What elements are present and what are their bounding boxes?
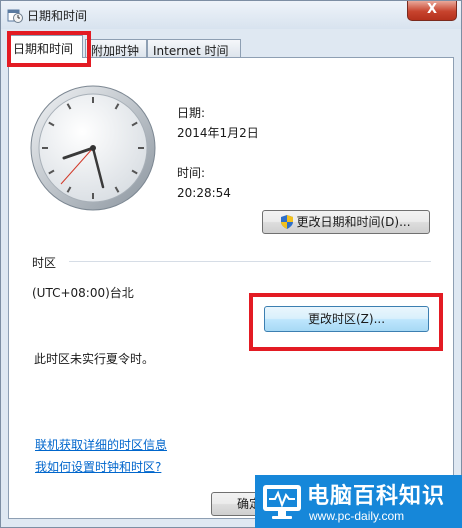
timezone-value: (UTC+08:00)台北 [32, 286, 134, 300]
clock-calendar-icon [7, 9, 23, 23]
date-time-panel: 日期: 2014年1月2日 时间: 20:28:54 更改日期和时间(D)...… [8, 57, 454, 519]
highlight-box-tab [7, 31, 91, 67]
change-date-time-button[interactable]: 更改日期和时间(D)... [262, 210, 430, 234]
title-bar[interactable]: 日期和时间 X [1, 1, 461, 29]
site-watermark: 电脑百科知识 www.pc-daily.com [255, 475, 462, 528]
timezone-info-link[interactable]: 联机获取详细的时区信息 [35, 436, 167, 453]
dst-note: 此时区未实行夏令时。 [34, 352, 155, 366]
close-button[interactable]: X [407, 1, 457, 21]
tab-additional-clocks[interactable]: 附加时钟 [85, 39, 147, 58]
timezone-heading: 时区 [32, 256, 57, 270]
highlight-box-timezone [249, 293, 443, 351]
how-to-set-clock-link[interactable]: 我如何设置时钟和时区? [35, 458, 161, 475]
change-date-time-label: 更改日期和时间(D)... [296, 215, 411, 229]
date-time-dialog: 日期和时间 X 日期和时间 附加时钟 Internet 时间 日期: 2014年… [0, 0, 462, 528]
window-title: 日期和时间 [27, 9, 88, 23]
watermark-url: www.pc-daily.com [309, 509, 405, 523]
time-value: 20:28:54 [177, 186, 231, 200]
analog-clock-icon [30, 85, 156, 211]
uac-shield-icon [281, 215, 294, 229]
tab-internet-time[interactable]: Internet 时间 [147, 39, 241, 58]
date-value: 2014年1月2日 [177, 126, 259, 140]
date-label: 日期: [177, 106, 206, 120]
time-label: 时间: [177, 166, 206, 180]
monitor-logo-icon [263, 485, 301, 519]
watermark-title: 电脑百科知识 [307, 484, 446, 509]
timezone-divider [69, 261, 431, 262]
